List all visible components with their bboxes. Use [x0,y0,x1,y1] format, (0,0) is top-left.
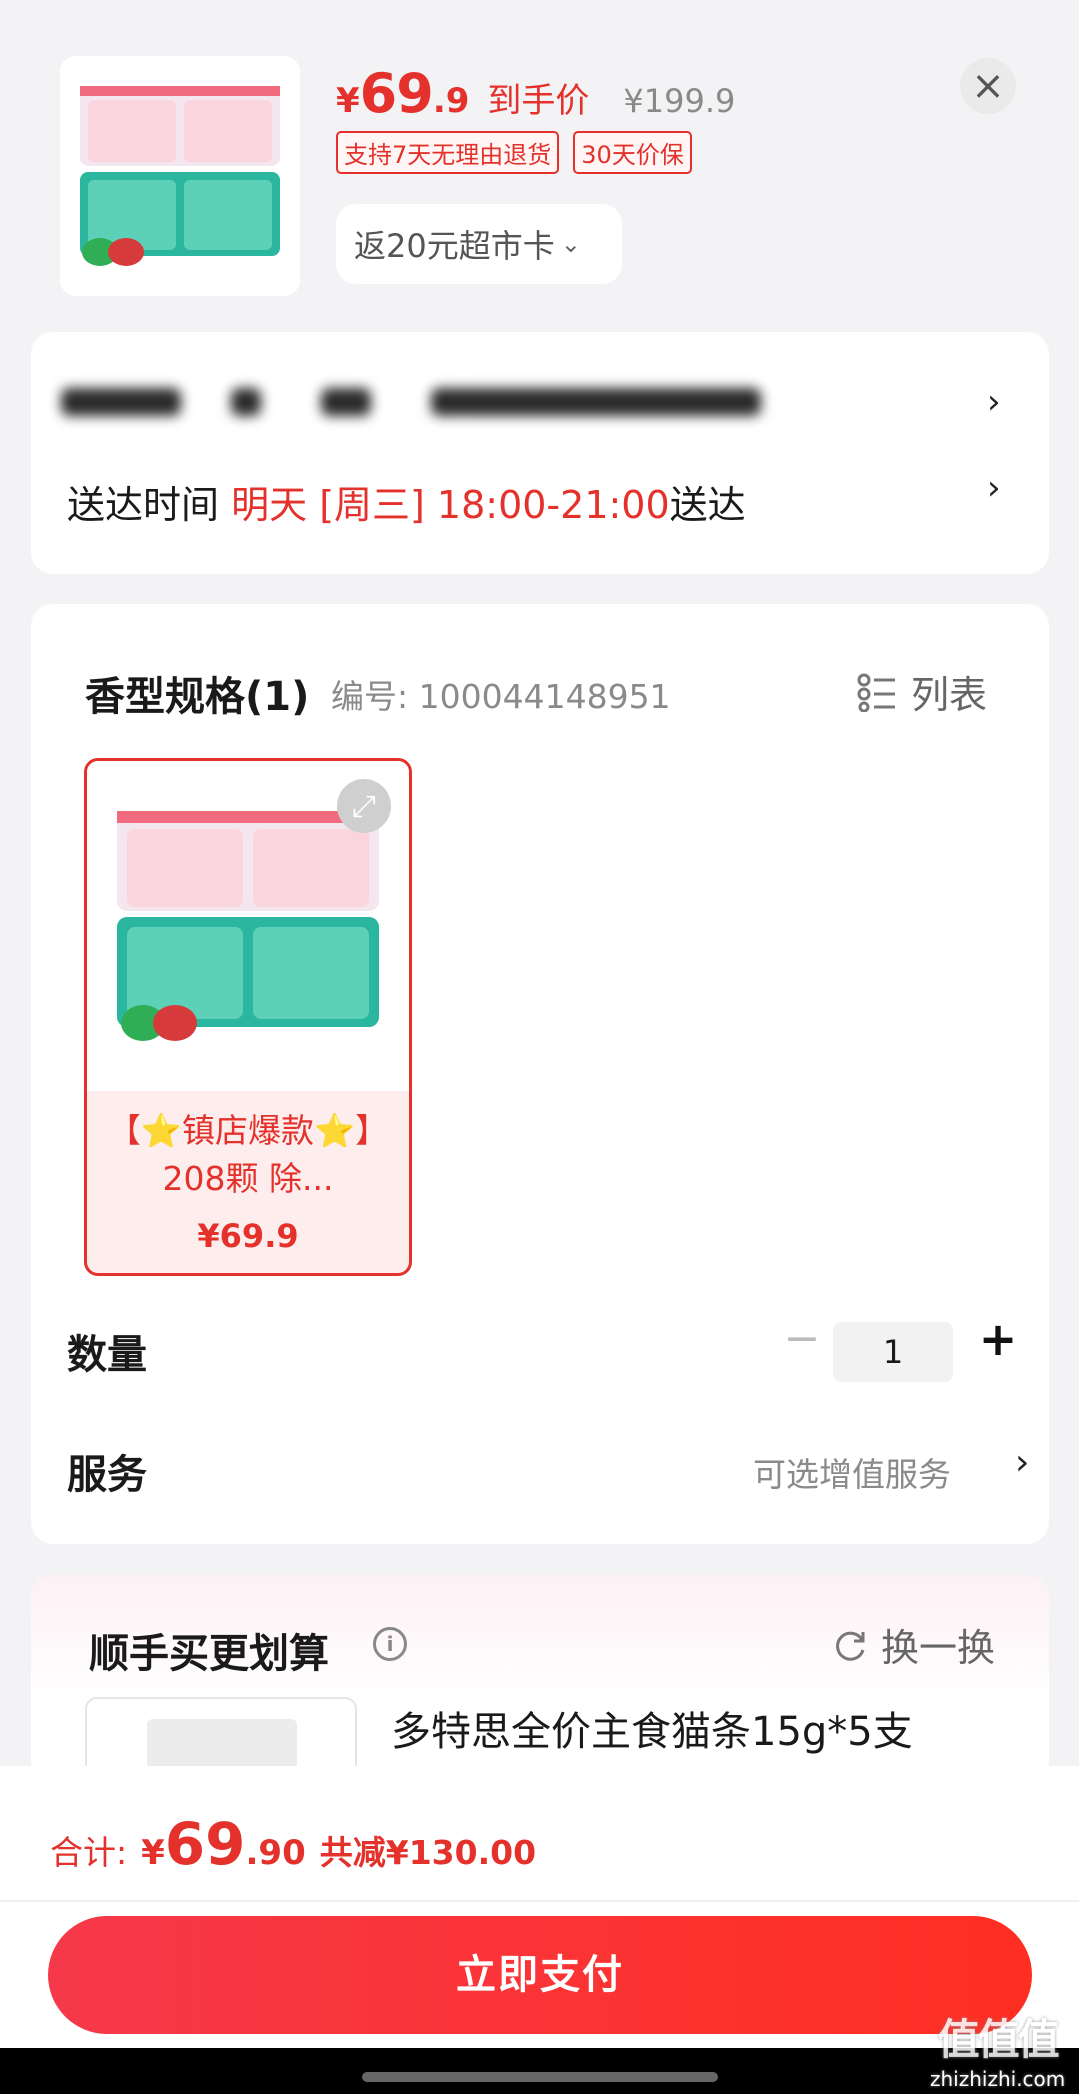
close-icon: × [971,63,1005,109]
product-thumbnail[interactable] [60,56,300,296]
refresh-button[interactable]: 换一换 [831,1617,995,1672]
refresh-icon [836,1631,865,1661]
watermark-logo: 值值值 [937,2015,1060,2064]
system-nav-bar [0,2048,1079,2094]
price-integer: 69 [359,62,434,125]
total-integer: 69 [164,1810,246,1878]
product-code: 编号: 100044148951 [331,677,671,716]
watermark-url: zhizhizhi.com [930,2067,1066,2091]
order-total: 合计: ¥ 69 .90 共减¥130.00 [50,1810,536,1878]
value-added-service-link[interactable]: 可选增值服务 [753,1448,951,1496]
sku-price: ¥69.9 [197,1217,299,1255]
quantity-label: 数量 [67,1332,147,1378]
price-line: ¥ 69 .9 到手价 ¥199.9 [336,62,735,125]
address-chevron-icon[interactable]: › [987,382,1001,422]
home-indicator[interactable] [362,2072,718,2082]
price-label: 到手价 [487,81,590,121]
delivery-chevron-icon[interactable]: › [987,468,1001,508]
delivery-suffix: 送达 [669,483,746,527]
spec-title: 香型规格(1) [85,674,310,720]
address-blurred [61,380,761,424]
divider [0,1900,1079,1902]
service-label: 服务 [67,1452,147,1498]
price-decimal: .9 [432,81,470,121]
cashback-label: 返20元超市卡 [354,227,555,265]
sku-name: 【⭐镇店爆款⭐】208颗 除... [107,1111,389,1198]
info-icon[interactable]: i [373,1627,407,1661]
delivery-time[interactable]: 送达时间 明天 [周三] 18:00-21:00送达 [67,474,746,529]
sku-image: ⤢ [87,761,409,1091]
list-icon [857,673,895,712]
recommendation-item-name[interactable]: 多特思全价主食猫条15g*5支 [391,1699,913,1757]
total-saving: 共减¥130.00 [319,1833,537,1872]
expand-icon[interactable]: ⤢ [337,779,391,833]
total-decimal: .90 [245,1833,306,1873]
checkout-bar: 合计: ¥ 69 .90 共减¥130.00 立即支付 [0,1766,1079,2094]
refresh-label: 换一换 [881,1626,996,1670]
tag-price-protect: 30天价保 [573,131,692,174]
total-currency: ¥ [141,1833,165,1873]
cashback-dropdown[interactable]: 返20元超市卡 ⌄ [336,204,622,284]
chevron-down-icon: ⌄ [560,230,581,258]
spec-card: 香型规格(1) 编号: 100044148951 列表 ⤢ 【⭐镇店爆款⭐】20… [31,604,1049,1544]
quantity-increase-button[interactable]: + [973,1314,1023,1364]
tag-return: 支持7天无理由退货 [336,131,560,174]
delivery-label: 送达时间 [67,483,220,527]
list-label: 列表 [911,673,988,717]
address-card[interactable]: › 送达时间 明天 [周三] 18:00-21:00送达 › [31,332,1049,574]
watermark: 值值值 zhizhizhi.com [930,2006,1065,2091]
service-tags: 支持7天无理由退货 30天价保 [336,131,692,174]
service-chevron-icon[interactable]: › [1015,1442,1029,1483]
delivery-window: 明天 [周三] 18:00-21:00 [231,483,670,527]
total-label: 合计: [50,1833,128,1872]
recommendation-title: 顺手买更划算 [89,1631,329,1677]
sku-option-selected[interactable]: ⤢ 【⭐镇店爆款⭐】208颗 除... ¥69.9 [84,758,412,1276]
pay-now-button[interactable]: 立即支付 [48,1916,1032,2034]
list-view-toggle[interactable]: 列表 [857,664,987,719]
price-currency: ¥ [336,81,360,121]
original-price: ¥199.9 [623,82,736,120]
quantity-input[interactable]: 1 [833,1322,953,1382]
quantity-decrease-button[interactable]: − [777,1314,827,1364]
close-button[interactable]: × [960,58,1016,114]
